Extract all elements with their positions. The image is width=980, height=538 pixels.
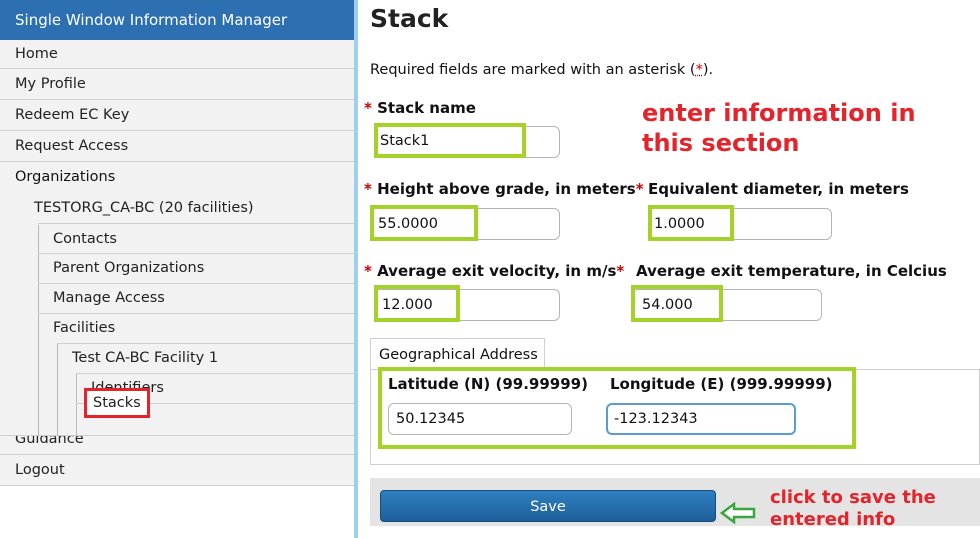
required-asterisk: * [364,180,372,198]
temperature-value: 54.000 [642,297,693,313]
stack-name-label-text: Stack name [377,99,476,117]
latitude-value: 50.12345 [396,411,466,427]
save-button[interactable]: Save [380,490,716,522]
sidebar-item-organizations[interactable]: Organizations [0,162,358,192]
main-content: Stack Required fields are marked with an… [358,0,980,538]
arrow-left-icon [720,502,756,524]
stack-name-value: Stack1 [380,133,430,149]
annotation-line: enter information in [642,99,916,127]
annotation-save: click to save the entered info [770,487,936,531]
temperature-label: Average exit temperature, in Celcius [636,262,947,280]
required-note-prefix: Required fields are marked with an aster… [370,62,696,78]
sidebar-item-facility[interactable]: Test CA-BC Facility 1 [72,343,218,373]
sidebar-nav: Single Window Information Manager Home M… [0,0,358,495]
stack-name-label: * Stack name [364,99,476,117]
tree-indent-line [76,373,77,436]
sidebar-item-parent-organizations[interactable]: Parent Organizations [53,253,204,283]
height-label: * Height above grade, in meters* [364,180,644,198]
longitude-label: Longitude (E) (999.99999) [610,375,833,393]
height-value: 55.0000 [378,216,438,232]
required-asterisk: * [616,262,625,280]
tree-indent-line [57,343,58,436]
required-asterisk: * [364,262,372,280]
sidebar-item-logout[interactable]: Logout [0,455,358,486]
annotation-enter-info: enter information in this section [642,98,916,158]
sidebar-item-request-access[interactable]: Request Access [0,131,358,162]
annotation-line: click to save the [770,487,936,508]
velocity-value: 12.000 [382,297,433,313]
sidebar-item-manage-access[interactable]: Manage Access [53,283,165,313]
sidebar-item-facilities[interactable]: Facilities [53,313,115,343]
tab-geographical-address[interactable]: Geographical Address [370,338,545,370]
diameter-label: Equivalent diameter, in meters [648,180,909,198]
sidebar-item-stacks[interactable]: Stacks [84,388,150,418]
height-label-text: Height above grade, in meters [377,180,636,198]
required-note: Required fields are marked with an aster… [370,62,713,78]
velocity-label: * Average exit velocity, in m/s* [364,262,624,280]
longitude-value: -123.12343 [614,411,698,427]
sidebar-item-home[interactable]: Home [0,40,358,69]
latitude-label: Latitude (N) (99.99999) [388,375,588,393]
required-note-suffix: ). [702,62,714,78]
sidebar-header: Single Window Information Manager [0,0,358,40]
annotation-line: entered info [770,509,896,530]
required-asterisk: * [364,99,372,117]
page-title: Stack [370,4,449,33]
tree-indent-line [38,225,39,436]
required-asterisk: * [635,180,644,198]
sidebar-group-organizations: Organizations TESTORG_CA-BC (20 faciliti… [0,162,358,436]
sidebar-item-redeem-ec-key[interactable]: Redeem EC Key [0,100,358,131]
sidebar-item-org[interactable]: TESTORG_CA-BC (20 facilities) [34,193,254,223]
velocity-label-text: Average exit velocity, in m/s [377,262,617,280]
annotation-line: this section [642,129,800,157]
sidebar-item-my-profile[interactable]: My Profile [0,69,358,100]
required-star: * [695,62,703,78]
sidebar-item-contacts[interactable]: Contacts [53,224,117,254]
diameter-value: 1.0000 [654,216,705,232]
